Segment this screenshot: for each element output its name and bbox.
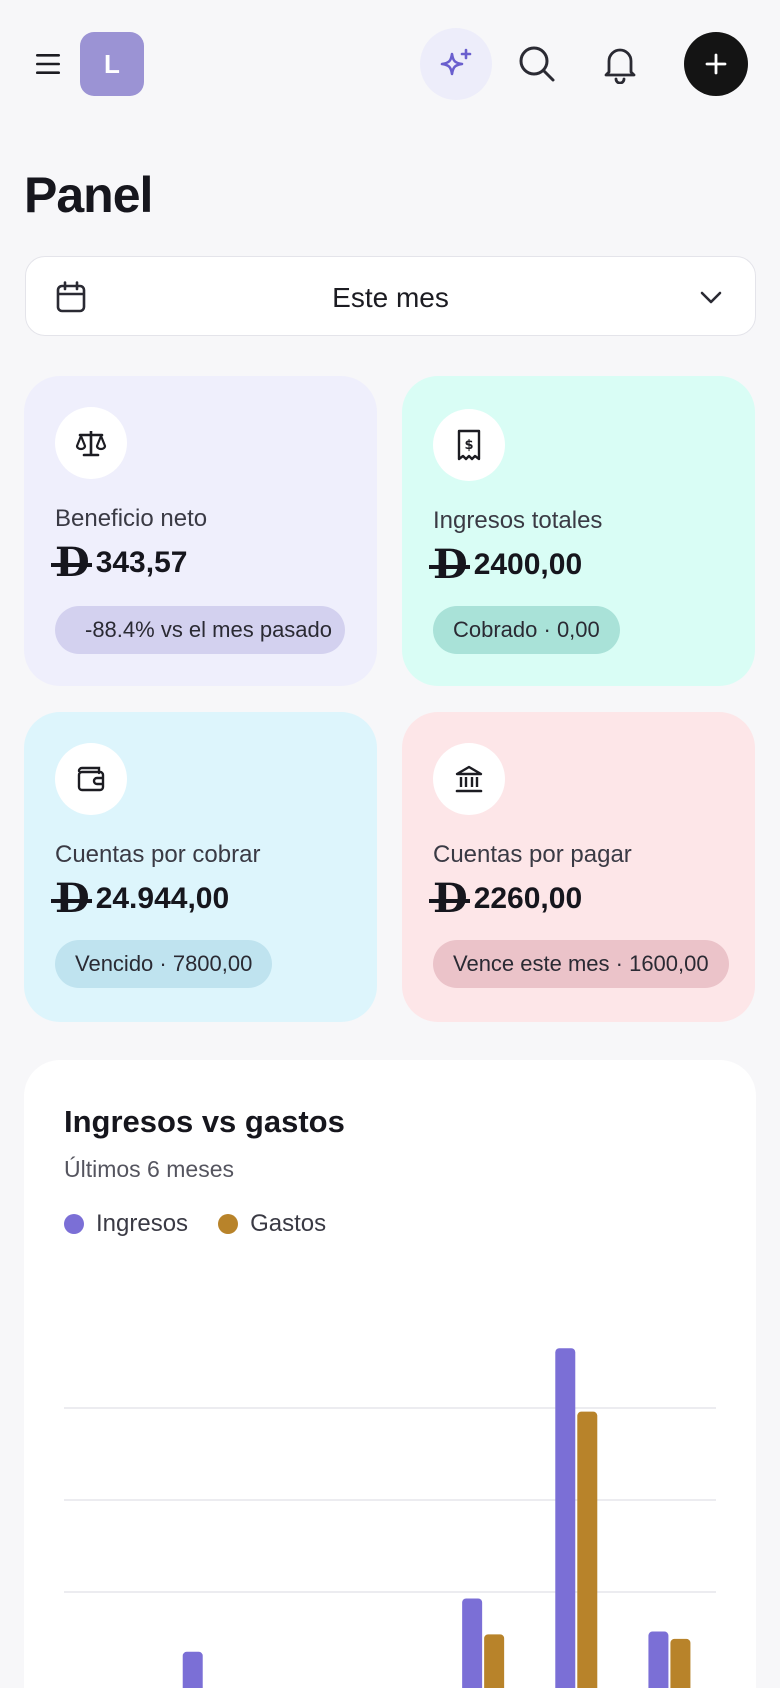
search-icon xyxy=(519,46,555,82)
card-amount: D 343,57 xyxy=(51,539,188,586)
page-title: Panel xyxy=(24,167,153,223)
scale-icon xyxy=(75,431,107,457)
income-bar[interactable] xyxy=(555,1348,576,1688)
collected-text: Cobrado · 0,00 xyxy=(453,617,600,642)
receivables-card[interactable]: Cuentas por cobrar D 24.944,00 Vencido ·… xyxy=(24,712,377,1022)
amount-value: 343,57 xyxy=(95,546,188,579)
overdue-badge: Vencido · 7800,00 xyxy=(55,940,273,988)
scale-icon-wrapper xyxy=(55,407,127,479)
card-title: Beneficio neto xyxy=(55,505,208,532)
bank-icon xyxy=(455,765,483,793)
card-amount: D 2400,00 xyxy=(429,541,583,588)
amount-value: 2260,00 xyxy=(473,882,583,915)
wallet-icon-wrapper xyxy=(55,743,127,815)
add-button[interactable] xyxy=(684,32,748,96)
payables-card[interactable]: Cuentas por pagar D 2260,00 Vence este m… xyxy=(402,712,755,1022)
plus-icon xyxy=(705,53,727,75)
expense-bar[interactable] xyxy=(577,1411,598,1688)
amount-value: 24.944,00 xyxy=(95,882,230,915)
amount-value: 2400,00 xyxy=(473,548,583,581)
currency-icon: D xyxy=(51,539,92,586)
expense-bar[interactable] xyxy=(484,1634,505,1688)
sparkles-icon xyxy=(440,48,472,76)
period-dropdown[interactable]: Este mes xyxy=(25,256,756,336)
due-text: Vence este mes · 1600,00 xyxy=(453,951,709,976)
avatar[interactable]: L xyxy=(80,32,144,96)
expense-bar[interactable] xyxy=(670,1638,691,1688)
due-this-month-badge: Vence este mes · 1600,00 xyxy=(433,940,729,988)
trend-badge: -88.4% vs el mes pasado xyxy=(55,606,345,654)
trend-text: -88.4% vs el mes pasado xyxy=(85,617,333,642)
card-title: Cuentas por pagar xyxy=(433,841,632,868)
income-bar[interactable] xyxy=(182,1651,203,1688)
bank-icon-wrapper xyxy=(433,743,505,815)
notifications-button[interactable] xyxy=(596,40,644,88)
income-bar[interactable] xyxy=(462,1598,483,1688)
income-bar[interactable] xyxy=(648,1631,669,1688)
bar-chart xyxy=(64,1348,716,1688)
card-amount: D 2260,00 xyxy=(429,875,583,922)
receipt-icon-wrapper: $ xyxy=(433,409,505,481)
collected-badge: Cobrado · 0,00 xyxy=(433,606,620,654)
currency-icon: D xyxy=(429,875,470,922)
bell-icon xyxy=(604,48,636,84)
receipt-icon: $ xyxy=(457,429,481,461)
card-amount: D 24.944,00 xyxy=(51,875,230,922)
income-vs-expenses-card: Ingresos vs gastos Últimos 6 meses Ingre… xyxy=(24,1060,756,1688)
net-profit-card[interactable]: Beneficio neto D 343,57 -88.4% vs el mes… xyxy=(24,376,377,686)
menu-icon xyxy=(36,54,60,74)
overdue-text: Vencido · 7800,00 xyxy=(75,951,253,976)
currency-icon: D xyxy=(429,541,470,588)
card-title: Cuentas por cobrar xyxy=(55,841,261,868)
chevron-down-icon xyxy=(700,291,722,304)
currency-icon: D xyxy=(51,875,92,922)
search-button[interactable] xyxy=(513,40,561,88)
ai-assistant-button[interactable] xyxy=(420,28,492,100)
menu-button[interactable] xyxy=(28,44,68,84)
svg-text:$: $ xyxy=(464,438,473,453)
card-title: Ingresos totales xyxy=(433,507,603,534)
wallet-icon xyxy=(77,766,105,792)
top-bar: L xyxy=(0,0,780,130)
total-income-card[interactable]: $ Ingresos totales D 2400,00 Cobrado · 0… xyxy=(402,376,755,686)
period-label: Este mes xyxy=(332,282,449,313)
